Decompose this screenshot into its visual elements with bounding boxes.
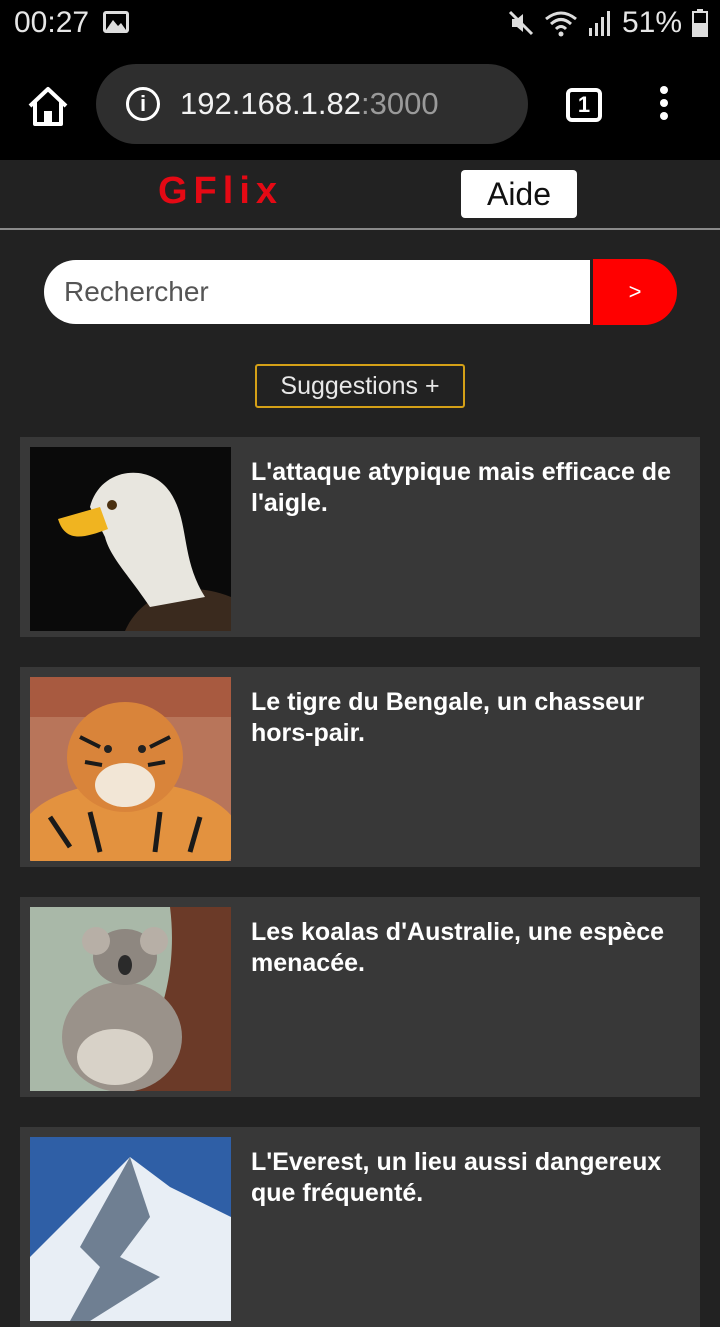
url-text: 192.168.1.82:3000 xyxy=(180,86,439,122)
suggestions-button[interactable]: Suggestions + xyxy=(255,364,465,408)
koala-thumbnail[interactable] xyxy=(30,907,231,1091)
article-card[interactable]: Le tigre du Bengale, un chasseur hors-pa… xyxy=(20,667,700,867)
battery-icon xyxy=(692,9,708,37)
help-button[interactable]: Aide xyxy=(461,170,577,218)
status-time: 00:27 xyxy=(14,6,90,39)
article-title[interactable]: L'Everest, un lieu aussi dangereux que f… xyxy=(251,1147,681,1209)
gallery-icon xyxy=(103,11,129,33)
wifi-icon xyxy=(545,11,577,37)
app-header: GFlix Aide xyxy=(0,160,720,230)
signal-icon xyxy=(588,11,610,36)
search-input[interactable] xyxy=(44,260,590,324)
url-port: :3000 xyxy=(361,86,439,121)
overflow-menu-button[interactable] xyxy=(654,86,674,126)
tiger-thumbnail[interactable] xyxy=(30,677,231,861)
battery-percent: 51% xyxy=(621,6,682,39)
article-title[interactable]: Le tigre du Bengale, un chasseur hors-pa… xyxy=(251,687,681,749)
article-title[interactable]: Les koalas d'Australie, une espèce menac… xyxy=(251,917,681,979)
mute-icon xyxy=(508,10,534,36)
mountain-thumbnail[interactable] xyxy=(30,1137,231,1321)
eagle-thumbnail[interactable] xyxy=(30,447,231,631)
article-title[interactable]: L'attaque atypique mais efficace de l'ai… xyxy=(251,457,681,519)
info-icon[interactable]: i xyxy=(126,87,160,121)
logo[interactable]: GFlix xyxy=(158,170,283,213)
home-button[interactable] xyxy=(24,84,72,128)
tab-switcher-button[interactable]: 1 xyxy=(566,88,602,122)
url-host: 192.168.1.82 xyxy=(180,86,362,121)
search-button[interactable]: > xyxy=(593,259,677,325)
home-icon xyxy=(28,87,68,126)
status-bar: 00:27 51% xyxy=(0,0,720,48)
article-card[interactable]: Les koalas d'Australie, une espèce menac… xyxy=(20,897,700,1097)
status-indicators: 51% xyxy=(508,6,708,40)
article-card[interactable]: L'attaque atypique mais efficace de l'ai… xyxy=(20,437,700,637)
article-card[interactable]: L'Everest, un lieu aussi dangereux que f… xyxy=(20,1127,700,1327)
address-bar[interactable]: i 192.168.1.82:3000 xyxy=(96,64,528,144)
browser-toolbar: i 192.168.1.82:3000 1 xyxy=(0,48,720,160)
